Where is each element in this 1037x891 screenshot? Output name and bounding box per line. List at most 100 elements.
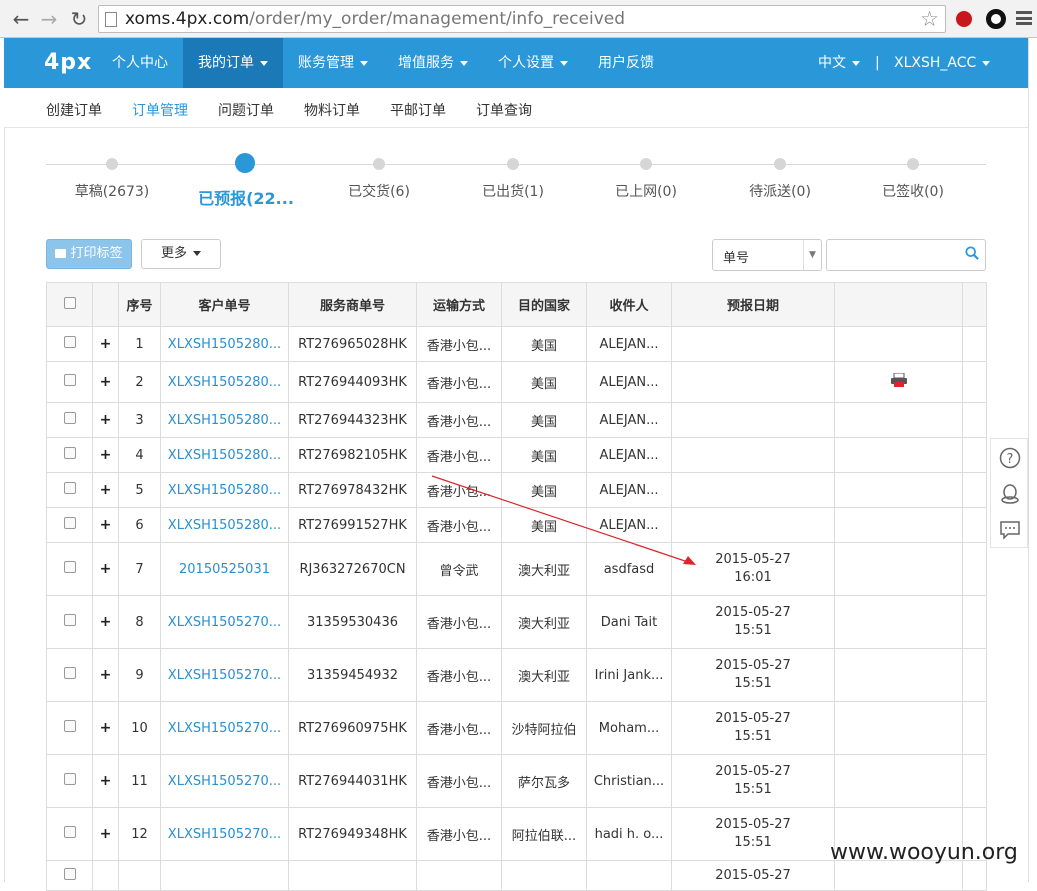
expand-plus-icon[interactable]: + bbox=[100, 667, 112, 683]
expand-plus-icon[interactable]: + bbox=[100, 773, 112, 789]
user-dropdown[interactable]: XLXSH_ACC bbox=[894, 38, 991, 88]
expand-plus-icon[interactable]: + bbox=[100, 482, 112, 498]
cell-customer-no-link[interactable]: XLXSH1505270... bbox=[160, 701, 289, 755]
subnav-surface-mail-orders[interactable]: 平邮订单 bbox=[390, 100, 446, 120]
message-icon[interactable] bbox=[999, 519, 1021, 541]
table-row[interactable]: +9 XLXSH1505270... 31359454932 香港小包... 澳大利亚 I… bbox=[46, 648, 987, 702]
cell-customer-no-link[interactable]: XLXSH1505280... bbox=[160, 472, 289, 508]
subnav-create-order[interactable]: 创建订单 bbox=[46, 100, 102, 120]
nav-user-feedback[interactable]: 用户反馈 bbox=[598, 38, 654, 88]
step-dot-shipped[interactable] bbox=[507, 158, 519, 170]
subnav-order-query[interactable]: 订单查询 bbox=[476, 100, 532, 120]
step-label-online[interactable]: 已上网(0) bbox=[615, 181, 677, 201]
row-checkbox[interactable] bbox=[63, 667, 76, 679]
forward-icon[interactable]: → bbox=[36, 6, 62, 32]
nav-personal-center[interactable]: 个人中心 bbox=[112, 38, 168, 88]
step-label-signed[interactable]: 已签收(0) bbox=[882, 181, 944, 201]
table-row[interactable]: +4 XLXSH1505280... RT276982105HK 香港小包... 美国 A… bbox=[46, 437, 987, 473]
bookmark-star-icon[interactable]: ☆ bbox=[920, 7, 939, 31]
extension-circle-icon[interactable] bbox=[986, 9, 1006, 29]
row-checkbox[interactable] bbox=[63, 447, 76, 459]
expand-plus-icon[interactable]: + bbox=[100, 826, 112, 842]
step-label-forecast[interactable]: 已预报(22... bbox=[198, 185, 294, 209]
table-row[interactable]: +5 XLXSH1505280... RT276978432HK 香港小包... 美国 A… bbox=[46, 472, 987, 508]
cell-service-no bbox=[288, 860, 417, 891]
table-row[interactable]: +11 XLXSH1505270... RT276944031HK 香港小包... 萨尔… bbox=[46, 754, 987, 808]
row-checkbox[interactable] bbox=[63, 773, 76, 785]
row-checkbox[interactable] bbox=[63, 374, 76, 386]
language-dropdown[interactable]: 中文 bbox=[818, 38, 860, 88]
help-icon[interactable]: ? bbox=[999, 447, 1021, 469]
reload-icon[interactable]: ↻ bbox=[66, 6, 92, 32]
subnav-material-orders[interactable]: 物料订单 bbox=[304, 100, 360, 120]
search-icon[interactable] bbox=[965, 246, 979, 260]
cell-recipient: hadi h. o... bbox=[586, 807, 672, 861]
step-dot-online[interactable] bbox=[640, 158, 652, 170]
step-label-shipped[interactable]: 已出货(1) bbox=[482, 181, 544, 201]
row-checkbox[interactable] bbox=[63, 561, 76, 573]
row-checkbox[interactable] bbox=[63, 867, 76, 880]
expand-plus-icon[interactable]: + bbox=[100, 720, 112, 736]
table-row[interactable]: +8 XLXSH1505270... 31359530436 香港小包... 澳大利亚 D… bbox=[46, 595, 987, 649]
table-row[interactable]: 2015-05-27 bbox=[46, 860, 987, 891]
row-checkbox[interactable] bbox=[63, 336, 76, 348]
cell-customer-no-link[interactable]: XLXSH1505270... bbox=[160, 807, 289, 861]
row-checkbox[interactable] bbox=[63, 412, 76, 424]
step-dot-forecast[interactable] bbox=[235, 153, 255, 173]
more-dropdown-button[interactable]: 更多 bbox=[141, 239, 221, 269]
cell-forecast-date bbox=[671, 361, 835, 403]
subnav-problem-orders[interactable]: 问题订单 bbox=[218, 100, 274, 120]
expand-plus-icon[interactable]: + bbox=[100, 412, 112, 428]
print-order-icon[interactable] bbox=[890, 372, 907, 387]
cell-customer-no-link[interactable]: XLXSH1505270... bbox=[160, 648, 289, 702]
step-dot-draft[interactable] bbox=[106, 158, 118, 170]
cell-customer-no-link[interactable]: XLXSH1505270... bbox=[160, 754, 289, 808]
table-row[interactable]: +10 XLXSH1505270... RT276960975HK 香港小包... 沙特… bbox=[46, 701, 987, 755]
cell-customer-no-link[interactable]: 20150525031 bbox=[160, 542, 289, 596]
nav-my-orders[interactable]: 我的订单 bbox=[183, 38, 283, 88]
subnav-order-management[interactable]: 订单管理 bbox=[132, 100, 188, 120]
cell-customer-no-link[interactable]: XLXSH1505280... bbox=[160, 402, 289, 438]
adblock-icon[interactable] bbox=[954, 9, 974, 29]
back-icon[interactable]: ← bbox=[8, 6, 34, 32]
expand-plus-icon[interactable]: + bbox=[100, 614, 112, 630]
step-label-delivered[interactable]: 已交货(6) bbox=[348, 181, 410, 201]
cell-customer-no-link[interactable]: XLXSH1505270... bbox=[160, 595, 289, 649]
step-label-pending-delivery[interactable]: 待派送(0) bbox=[749, 181, 811, 201]
select-all-checkbox[interactable] bbox=[63, 296, 76, 309]
table-row[interactable]: +2 XLXSH1505280... RT276944093HK 香港小包... 美国 A… bbox=[46, 361, 987, 403]
step-dot-delivered[interactable] bbox=[373, 158, 385, 170]
row-checkbox[interactable] bbox=[63, 482, 76, 494]
logo[interactable]: 4px bbox=[44, 50, 92, 75]
expand-plus-icon[interactable]: + bbox=[100, 447, 112, 463]
search-field-select[interactable]: 单号 ▼ bbox=[712, 239, 822, 271]
step-dot-signed[interactable] bbox=[907, 158, 919, 170]
row-checkbox[interactable] bbox=[63, 517, 76, 529]
table-row[interactable]: +3 XLXSH1505280... RT276944323HK 香港小包... 美国 A… bbox=[46, 402, 987, 438]
expand-plus-icon[interactable]: + bbox=[100, 517, 112, 533]
cell-customer-no-link[interactable]: XLXSH1505280... bbox=[160, 437, 289, 473]
nav-value-added-services[interactable]: 增值服务 bbox=[398, 38, 468, 88]
nav-personal-settings[interactable]: 个人设置 bbox=[498, 38, 568, 88]
table-row[interactable]: +7 20150525031 RJ363272670CN 曾令武 澳大利亚 asdfasd… bbox=[46, 542, 987, 596]
expand-plus-icon[interactable]: + bbox=[100, 561, 112, 577]
expand-plus-icon[interactable]: + bbox=[100, 336, 112, 352]
row-checkbox[interactable] bbox=[63, 614, 76, 626]
step-label-draft[interactable]: 草稿(2673) bbox=[75, 181, 150, 201]
address-bar[interactable]: xoms.4px.com/order/my_order/management/i… bbox=[98, 5, 946, 33]
cell-customer-no-link[interactable] bbox=[160, 860, 289, 891]
nav-account-management[interactable]: 账务管理 bbox=[298, 38, 368, 88]
row-checkbox[interactable] bbox=[63, 826, 76, 838]
search-input[interactable] bbox=[826, 239, 986, 271]
table-row[interactable]: +6 XLXSH1505280... RT276991527HK 香港小包... 美国 A… bbox=[46, 507, 987, 543]
step-dot-pending-delivery[interactable] bbox=[774, 158, 786, 170]
cell-customer-no-link[interactable]: XLXSH1505280... bbox=[160, 326, 289, 362]
expand-plus-icon[interactable]: + bbox=[100, 374, 112, 390]
cell-customer-no-link[interactable]: XLXSH1505280... bbox=[160, 361, 289, 403]
print-label-button[interactable]: 打印标签 bbox=[46, 239, 132, 269]
chrome-menu-icon[interactable] bbox=[1016, 11, 1032, 25]
cell-customer-no-link[interactable]: XLXSH1505280... bbox=[160, 507, 289, 543]
row-checkbox[interactable] bbox=[63, 720, 76, 732]
qq-chat-icon[interactable] bbox=[999, 483, 1021, 505]
table-row[interactable]: +1 XLXSH1505280... RT276965028HK 香港小包... 美国 A… bbox=[46, 326, 987, 362]
